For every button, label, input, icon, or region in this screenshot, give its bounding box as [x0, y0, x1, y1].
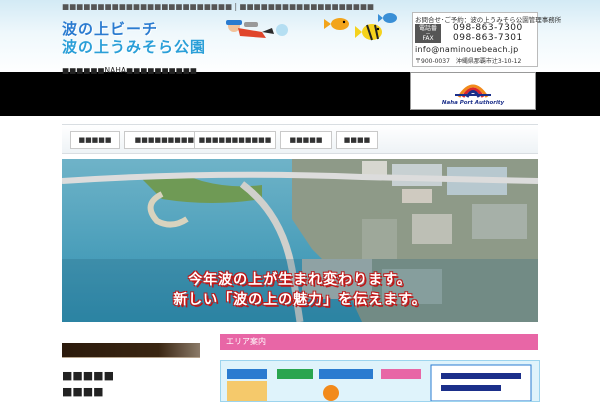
contact-email[interactable]: info@naminouebeach.jp	[415, 45, 518, 54]
sea-creatures-illustration	[222, 10, 402, 50]
npa-label: Naha Port Authority	[441, 100, 505, 106]
fish-icon	[355, 24, 382, 41]
hero-caption-line1: 今年波の上が生まれ変わります。	[188, 272, 412, 288]
sidebar-heading-bar	[62, 343, 200, 358]
area-map-image	[227, 364, 532, 401]
nav-item-5[interactable]: ■■■■	[336, 131, 378, 149]
nav-item-1[interactable]: ■■■■■	[70, 131, 120, 149]
diver-icon	[226, 20, 274, 38]
fax-row: FAX 098-863-7301	[415, 34, 523, 44]
sidebar-text-1[interactable]: ■■■■■	[62, 369, 114, 382]
hero-caption-line2: 新しい「波の上の魅力」を伝えます。	[173, 292, 427, 308]
contact-address: 〒900-0037 沖縄県那覇市辻3-10-12	[415, 58, 522, 65]
area-map-preview[interactable]	[220, 360, 540, 402]
fax-tag: FAX	[415, 34, 441, 43]
phone-number[interactable]: 098-863-7300	[453, 24, 523, 33]
sidebar-text-2[interactable]: ■■■■	[62, 385, 104, 398]
area-guide-heading: エリア案内	[220, 334, 538, 350]
fax-number: 098-863-7301	[453, 33, 523, 43]
site-logo[interactable]: 波の上ビーチ 波の上うみそら公園	[62, 14, 212, 58]
nav-item-4[interactable]: ■■■■■	[280, 131, 332, 149]
contact-box: お問合せ･ご予約：波の上うみそら公園管理事務所 電話番号098-863-7300…	[412, 12, 561, 67]
hero-aerial-photo: 今年波の上が生まれ変わります。 新しい「波の上の魅力」を伝えます。	[62, 159, 538, 322]
naha-port-authority-logo[interactable]: Naha Port Authority	[410, 72, 536, 110]
site-subtitle: ■■■■■■NAHA■■■■■■■■■■	[62, 66, 197, 75]
npa-emblem-icon	[455, 84, 491, 98]
nav-item-3[interactable]: ■■■■■■■■■■■	[194, 131, 276, 149]
logo-line2: 波の上うみそら公園	[62, 38, 207, 56]
fish-icon	[378, 13, 397, 23]
fish-icon	[324, 18, 349, 30]
main-navigation: ■■■■■ ■■■■■■■■■■■ ■■■■■■■■■■■ ■■■■■ ■■■■	[62, 124, 538, 154]
